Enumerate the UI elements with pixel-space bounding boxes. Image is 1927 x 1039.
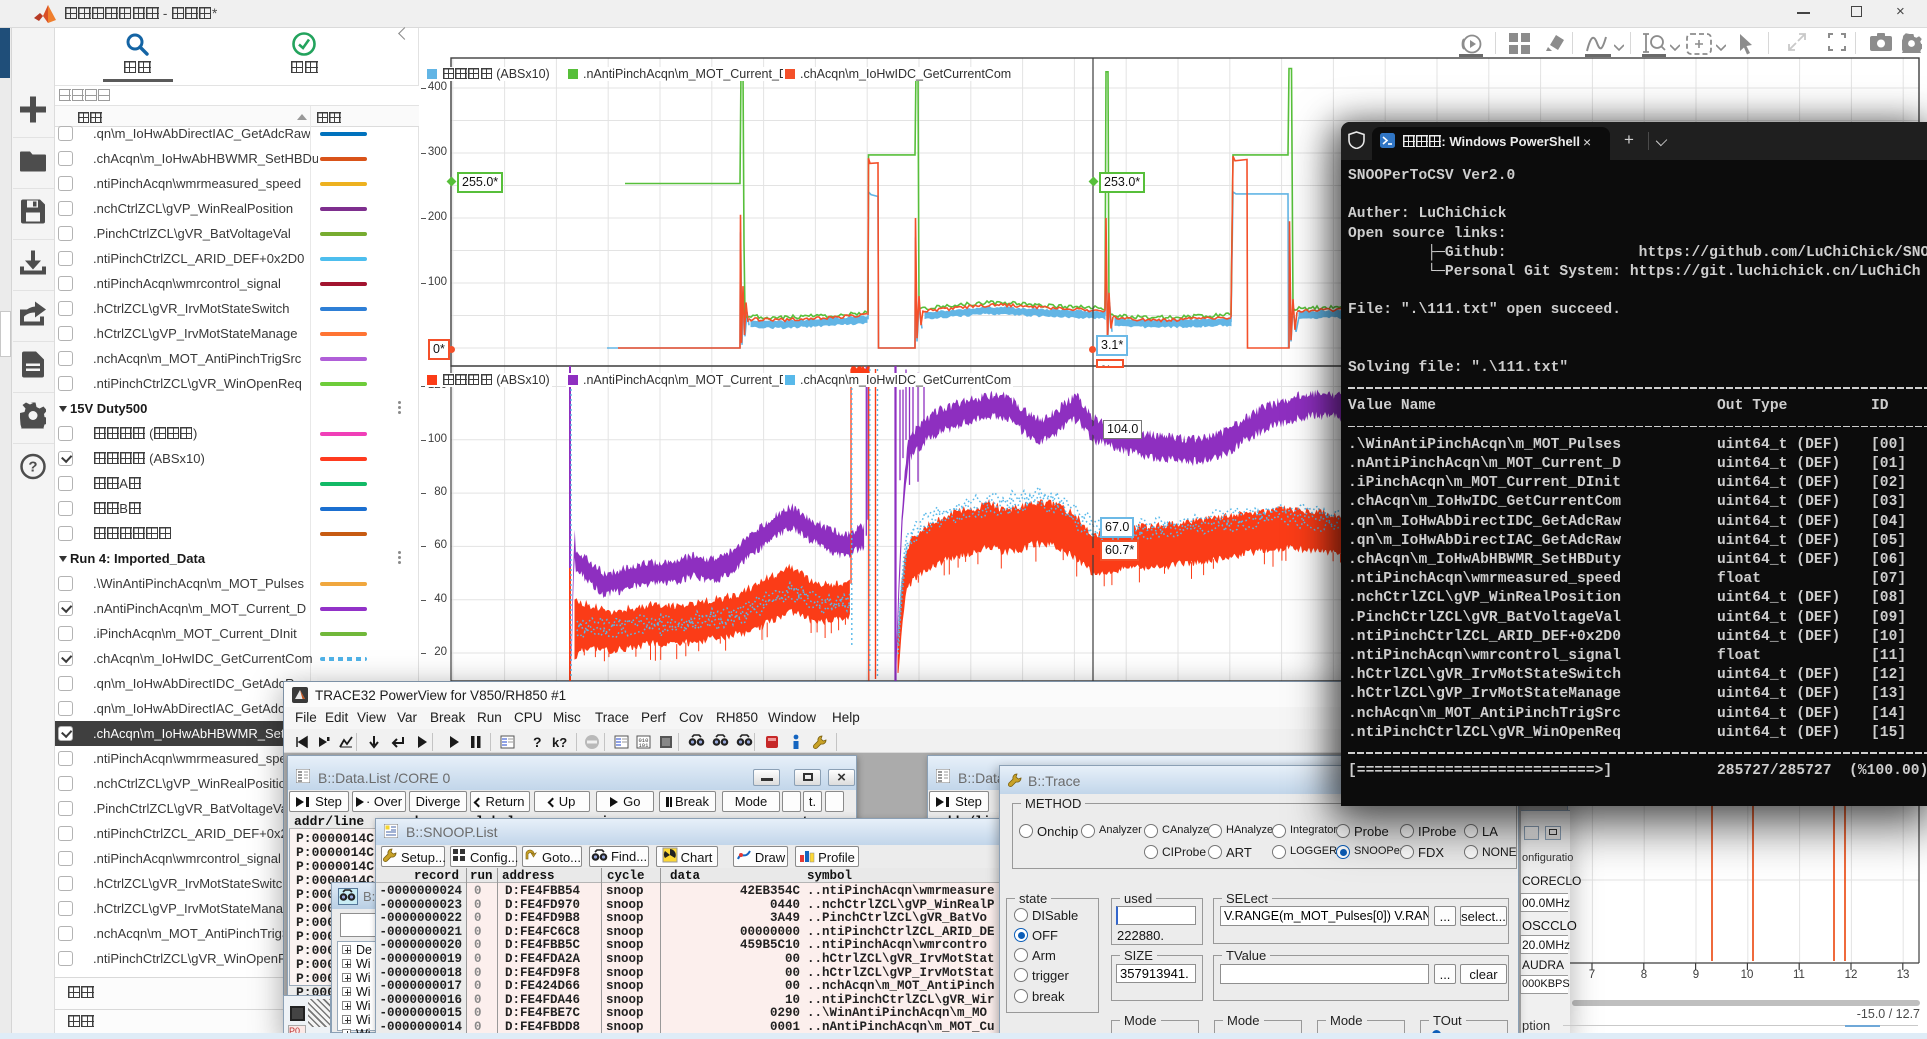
svg-text:101: 101 (639, 742, 650, 749)
svg-text:?: ? (533, 734, 542, 750)
svg-text:?: ? (28, 459, 37, 476)
svg-text:k?: k? (552, 735, 567, 750)
